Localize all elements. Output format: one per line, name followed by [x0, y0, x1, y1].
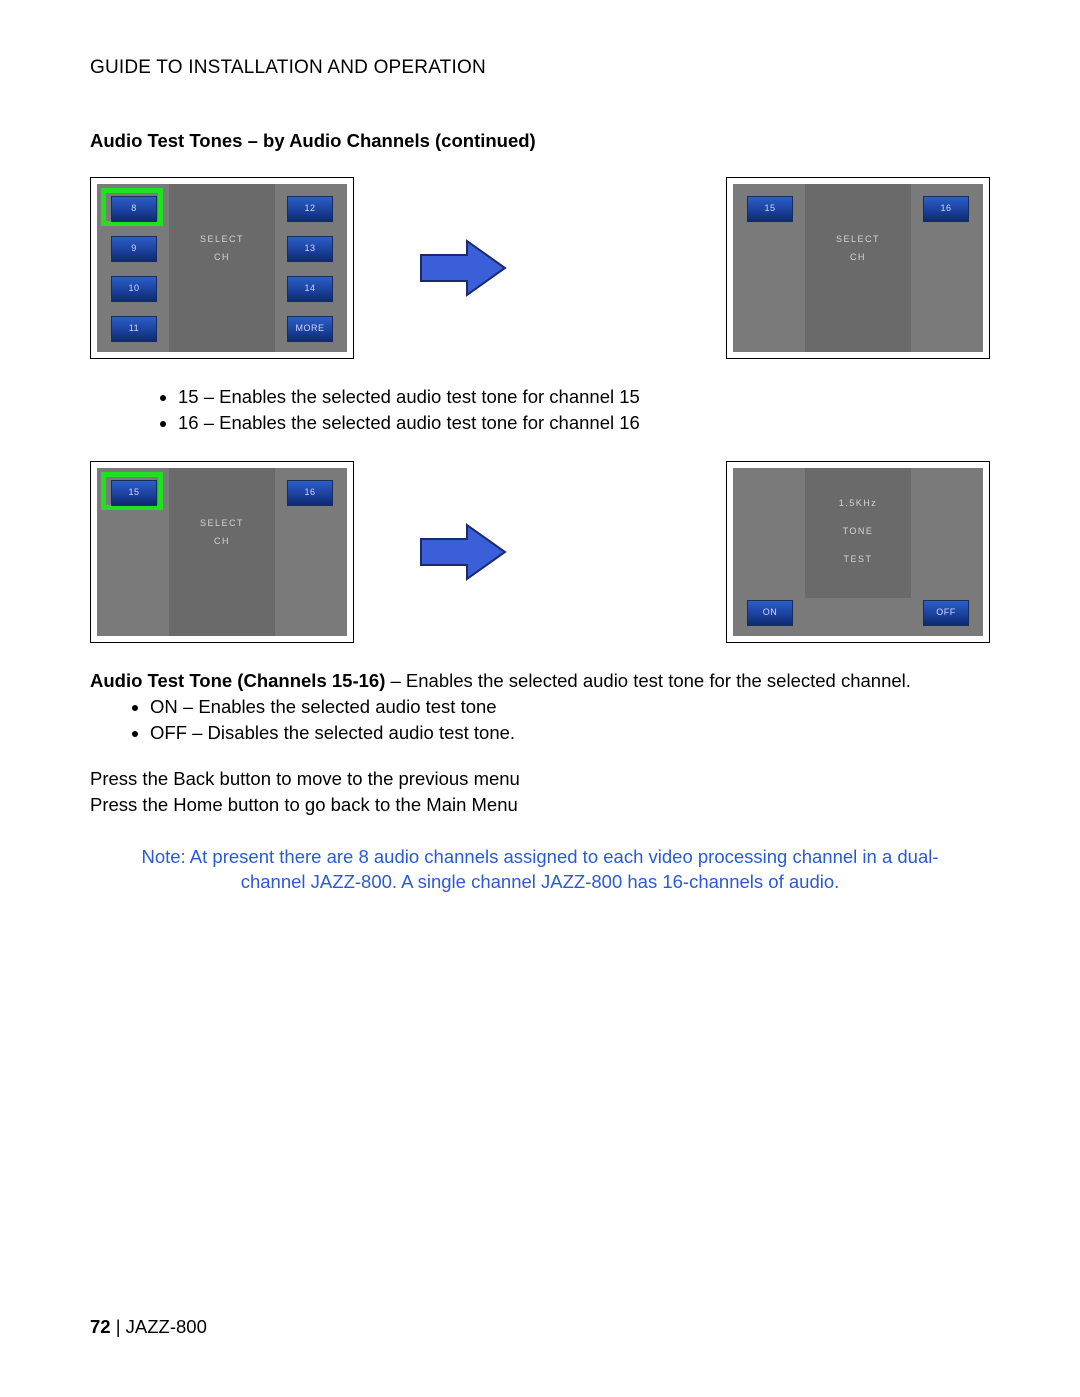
page-footer: 72 | JAZZ-800	[90, 1315, 207, 1339]
page-number: 72	[90, 1316, 111, 1337]
section-heading: Audio Test Tones – by Audio Channels (co…	[90, 129, 990, 153]
nav-instructions: Press the Back button to move to the pre…	[90, 767, 990, 817]
para-audio-test-tone: Audio Test Tone (Channels 15-16) – Enabl…	[90, 669, 990, 693]
select-label: SELECT	[97, 234, 347, 246]
bullet-on: ON – Enables the selected audio test ton…	[150, 695, 990, 719]
off-button[interactable]: OFF	[923, 600, 969, 626]
bullet-16: 16 – Enables the selected audio test ton…	[178, 411, 990, 435]
panel-1: 8 9 10 11 12 13 14 MORE SELECT CH	[97, 184, 347, 352]
channel-15-button[interactable]: 15	[111, 480, 157, 506]
panel-1-inner	[169, 184, 275, 352]
arrow-gap-2	[354, 521, 574, 583]
ch-label: CH	[97, 536, 347, 548]
tone-freq-label: 1.5KHz	[733, 498, 983, 510]
panel-3-frame: 15 16 SELECT CH	[90, 461, 354, 643]
bullets-channels-15-16: 15 – Enables the selected audio test ton…	[178, 385, 990, 435]
panel-3: 15 16 SELECT CH	[97, 468, 347, 636]
figure-row-2: 15 16 SELECT CH 1.5KHz TONE TEST ON OFF	[90, 461, 990, 643]
nav-home: Press the Home button to go back to the …	[90, 793, 990, 817]
bullet-off: OFF – Disables the selected audio test t…	[150, 721, 990, 745]
channel-14-button[interactable]: 14	[287, 276, 333, 302]
test-label: TEST	[733, 554, 983, 566]
ch-label: CH	[733, 252, 983, 264]
select-label: SELECT	[97, 518, 347, 530]
channel-16-button[interactable]: 16	[287, 480, 333, 506]
footer-sep: |	[111, 1316, 126, 1337]
panel-1-frame: 8 9 10 11 12 13 14 MORE SELECT CH	[90, 177, 354, 359]
channel-11-button[interactable]: 11	[111, 316, 157, 342]
page-header: GUIDE TO INSTALLATION AND OPERATION	[90, 56, 990, 81]
on-button[interactable]: ON	[747, 600, 793, 626]
bullets-on-off: ON – Enables the selected audio test ton…	[150, 695, 990, 745]
more-button[interactable]: MORE	[287, 316, 333, 342]
panel-2-inner	[805, 184, 911, 352]
note-text: Note: At present there are 8 audio chann…	[90, 845, 990, 895]
panel-2-frame: 15 16 SELECT CH	[726, 177, 990, 359]
arrow-right-icon	[419, 237, 509, 299]
channel-16-button[interactable]: 16	[923, 196, 969, 222]
arrow-right-icon	[419, 521, 509, 583]
ch-label: CH	[97, 252, 347, 264]
channel-15-button[interactable]: 15	[747, 196, 793, 222]
bullet-15: 15 – Enables the selected audio test ton…	[178, 385, 990, 409]
channel-8-button[interactable]: 8	[111, 196, 157, 222]
panel-3-inner	[169, 468, 275, 636]
tone-label: TONE	[733, 526, 983, 538]
panel-4: 1.5KHz TONE TEST ON OFF	[733, 468, 983, 636]
para-bold: Audio Test Tone (Channels 15-16)	[90, 670, 385, 691]
para-rest: – Enables the selected audio test tone f…	[385, 670, 911, 691]
select-label: SELECT	[733, 234, 983, 246]
panel-2: 15 16 SELECT CH	[733, 184, 983, 352]
figure-row-1: 8 9 10 11 12 13 14 MORE SELECT CH 15 16 …	[90, 177, 990, 359]
arrow-gap-1	[354, 237, 574, 299]
footer-model: JAZZ-800	[126, 1316, 207, 1337]
panel-4-frame: 1.5KHz TONE TEST ON OFF	[726, 461, 990, 643]
channel-10-button[interactable]: 10	[111, 276, 157, 302]
channel-12-button[interactable]: 12	[287, 196, 333, 222]
nav-back: Press the Back button to move to the pre…	[90, 767, 990, 791]
